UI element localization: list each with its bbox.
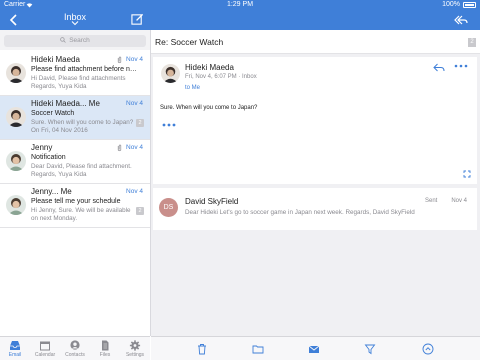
thread-count-badge: 2	[468, 38, 476, 47]
tab-contacts[interactable]: Contacts	[60, 337, 90, 360]
message-meta: Fri, Nov 4, 6:07 PM · Inbox	[185, 74, 257, 80]
tab-label: Calendar	[34, 352, 56, 358]
thread-subject: Re: Soccer Watch	[155, 37, 224, 47]
battery-icon	[463, 2, 476, 8]
battery-percent: 100%	[442, 1, 460, 8]
gear-icon	[129, 340, 141, 351]
mail-sender: Hideki Maeda	[31, 55, 80, 64]
mail-list-item[interactable]: Jenny Nov 4 Notification Dear David, Ple…	[0, 140, 150, 184]
tab-files[interactable]: Files	[90, 337, 120, 360]
thread-count-badge: 2	[136, 119, 144, 127]
mail-preview: Sure. When will you come to Japan? On Fr…	[31, 119, 134, 134]
mail-subject: Notification	[31, 154, 66, 161]
mail-sender: Jenny... Me	[31, 187, 72, 196]
avatar-initials: DS	[159, 198, 178, 217]
mail-date: Nov 4	[126, 56, 143, 63]
search-bar: Search	[0, 30, 150, 50]
inbox-dropdown[interactable]: Inbox	[0, 10, 150, 26]
paperclip-icon	[117, 144, 122, 152]
show-quoted-text-icon[interactable]	[162, 123, 176, 127]
message-status: Sent	[425, 198, 438, 204]
search-icon	[60, 37, 66, 43]
message-date: Nov 4	[451, 198, 467, 204]
tab-label: Contacts	[65, 352, 85, 358]
mail-list: Hideki Maeda Nov 4 Please find attachmen…	[0, 52, 150, 228]
tab-label: Email	[8, 352, 22, 358]
message-sender: Hideki Maeda	[185, 63, 234, 72]
tab-email[interactable]: Email	[0, 337, 30, 360]
expand-icon[interactable]	[463, 170, 471, 178]
trash-icon[interactable]	[196, 343, 208, 355]
tab-bar: Email Calendar Contacts Files Settings	[0, 336, 150, 360]
nav-bar: Inbox	[0, 10, 480, 30]
avatar	[6, 63, 26, 83]
mail-preview: Hi Jenny, Sure. We will be available on …	[31, 207, 131, 222]
calendar-icon	[40, 341, 50, 351]
message-preview: Dear Hideki Let's go to soccer game in J…	[185, 209, 415, 216]
avatar	[6, 151, 26, 171]
tab-label: Settings	[125, 352, 145, 358]
message-body: Sure. When will you come to Japan?	[160, 105, 258, 111]
message-card-collapsed[interactable]: DS David SkyField Sent Nov 4 Dear Hideki…	[153, 188, 477, 230]
compose-icon[interactable]	[131, 13, 144, 26]
mail-list-item[interactable]: Hideki Maeda Nov 4 Please find attachmen…	[0, 52, 150, 96]
message-sender: David SkyField	[185, 197, 239, 206]
mail-sender: Hideki Maeda... Me	[31, 99, 100, 108]
message-toolbar	[151, 336, 480, 360]
mail-list-item[interactable]: Hideki Maeda... Me Nov 4 Soccer Watch Su…	[0, 96, 150, 140]
more-options-icon[interactable]	[454, 63, 468, 69]
mail-date: Nov 4	[126, 144, 143, 151]
envelope-icon[interactable]	[308, 343, 320, 355]
mail-preview: Hi David, Please find attachments Regard…	[31, 75, 126, 90]
mail-preview: Dear David, Please find attachment. Rega…	[31, 163, 132, 178]
chevron-up-circle-icon[interactable]	[422, 343, 434, 355]
tab-label: Files	[99, 352, 111, 358]
contacts-icon	[70, 340, 80, 350]
clock: 1:29 PM	[226, 1, 254, 8]
tab-settings[interactable]: Settings	[120, 337, 150, 360]
status-bar: Carrier 1:29 PM 100%	[0, 0, 480, 10]
message-card: Hideki Maeda Fri, Nov 4, 6:07 PM · Inbox…	[153, 57, 477, 184]
mail-date: Nov 4	[126, 188, 143, 195]
mail-date: Nov 4	[126, 100, 143, 107]
search-placeholder: Search	[69, 37, 90, 44]
avatar	[6, 107, 26, 127]
mail-subject: Please tell me your schedule	[31, 198, 121, 205]
avatar	[161, 64, 180, 83]
nav-title: Inbox	[63, 12, 87, 22]
reply-all-icon[interactable]	[454, 14, 468, 26]
search-input[interactable]: Search	[4, 35, 146, 47]
mail-subject: Soccer Watch	[31, 110, 75, 117]
folder-icon[interactable]	[252, 343, 264, 355]
inbox-tray-icon	[10, 341, 20, 350]
tab-calendar[interactable]: Calendar	[30, 337, 60, 360]
mail-sender: Jenny	[31, 143, 53, 152]
mail-subject: Please find attachment before n…	[31, 66, 137, 73]
avatar	[6, 195, 26, 215]
paperclip-icon	[117, 56, 122, 64]
filter-icon[interactable]	[364, 343, 376, 355]
thread-count-badge: 2	[136, 207, 144, 215]
mail-list-item[interactable]: Jenny... Me Nov 4 Please tell me your sc…	[0, 184, 150, 228]
message-recipients[interactable]: to Me	[185, 85, 200, 91]
thread-header: Re: Soccer Watch 2	[151, 30, 480, 54]
reply-icon[interactable]	[433, 63, 445, 72]
files-icon	[102, 340, 109, 351]
